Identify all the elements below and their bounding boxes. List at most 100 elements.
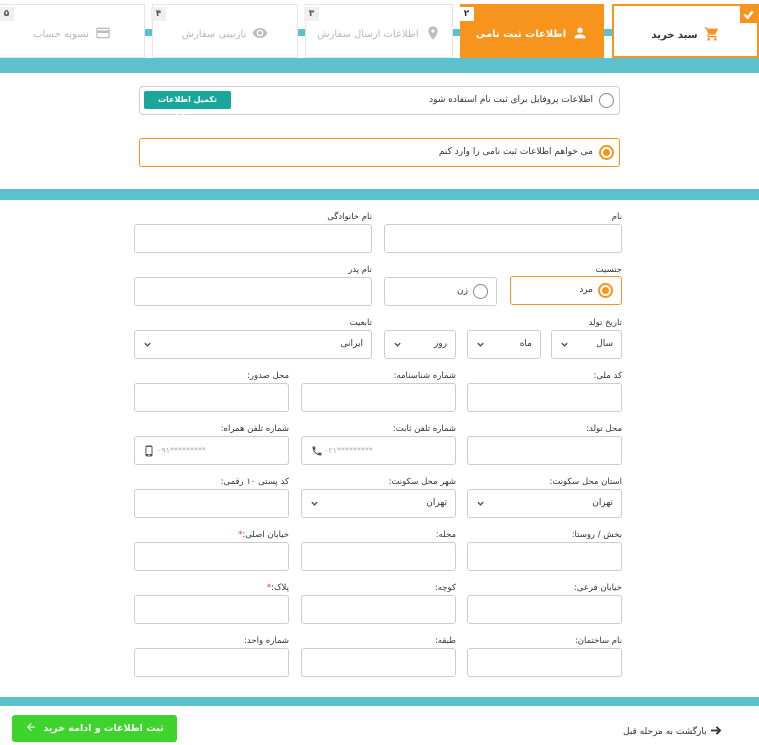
- building-name-input[interactable]: [467, 648, 622, 677]
- first-name-input[interactable]: [384, 224, 622, 253]
- manual-entry-option[interactable]: می خواهم اطلاعات ثبت نامی را وارد کنم: [139, 138, 620, 167]
- arrow-left-icon: [25, 721, 37, 736]
- city-select[interactable]: تهران: [301, 489, 456, 518]
- step-cart[interactable]: سبد خرید: [612, 4, 759, 58]
- step-cart-label: سبد خرید: [651, 30, 698, 41]
- alley-label: کوچه:: [434, 583, 456, 593]
- birth-month-value: ماه: [519, 339, 532, 349]
- gender-female-radio[interactable]: [473, 284, 488, 299]
- back-link[interactable]: بازگشت به مرحله قبل: [623, 725, 722, 739]
- manual-entry-label: می خواهم اطلاعات ثبت نامی را وارد کنم: [438, 147, 593, 157]
- chevron-down-icon: [560, 340, 569, 349]
- mobile-placeholder: ۰۹۱*********: [157, 446, 206, 455]
- footer-divider: [0, 697, 759, 706]
- district-input[interactable]: [467, 542, 622, 571]
- location-pin-icon: [425, 25, 441, 44]
- chevron-down-icon: [393, 340, 402, 349]
- chevron-down-icon: [476, 340, 485, 349]
- gender-male-label: مرد: [579, 285, 593, 295]
- use-profile-label: اطلاعات پروفایل برای ثبت نام استفاده شود: [429, 95, 593, 105]
- manual-entry-radio[interactable]: [599, 145, 614, 160]
- step-shipping-label: اطلاعات ارسال سفارش: [317, 29, 419, 40]
- id-number-input[interactable]: [301, 383, 456, 412]
- birth-day-select[interactable]: روز: [384, 330, 456, 359]
- district-label: بخش / روستا:: [571, 530, 622, 540]
- floor-input[interactable]: [301, 648, 456, 677]
- side-street-label: خیابان فرعی:: [573, 583, 622, 593]
- step-payment[interactable]: ۵ تسویه حساب: [0, 4, 145, 58]
- gender-male-radio[interactable]: [598, 283, 613, 298]
- chevron-down-icon: [476, 499, 485, 508]
- back-label: بازگشت به مرحله قبل: [623, 727, 707, 737]
- step-registration-number: ۲: [459, 7, 474, 21]
- postal-code-input[interactable]: [134, 489, 289, 518]
- step-shipping[interactable]: ۳ اطلاعات ارسال سفارش: [304, 4, 453, 58]
- step-registration[interactable]: ۲ اطلاعات ثبت نامی: [459, 4, 604, 58]
- birth-year-select[interactable]: سال: [551, 330, 622, 359]
- birth-day-value: روز: [433, 339, 447, 349]
- section-divider: [0, 189, 759, 200]
- check-icon: [740, 6, 757, 23]
- step-review[interactable]: ۴ بازبینی سفارش: [151, 4, 298, 58]
- gender-male-option[interactable]: مرد: [510, 276, 622, 305]
- neighborhood-label: محله:: [435, 530, 456, 540]
- gender-label: جنسیت: [595, 265, 622, 275]
- province-value: تهران: [592, 498, 613, 508]
- arrow-right-icon: [710, 725, 722, 739]
- submit-label: ثبت اطلاعات و ادامه خرید: [43, 723, 164, 734]
- main-street-label-text: خیابان اصلی:: [242, 530, 289, 540]
- gender-female-option[interactable]: زن: [384, 277, 497, 306]
- city-label: شهر محل سکونت:: [388, 477, 456, 487]
- birth-month-select[interactable]: ماه: [467, 330, 541, 359]
- checkout-steps: سبد خرید ۲ اطلاعات ثبت نامی ۳ اطلاعات ار…: [0, 0, 759, 73]
- national-code-label: کد ملی:: [593, 371, 622, 381]
- step-payment-number: ۵: [0, 7, 14, 21]
- birth-place-input[interactable]: [467, 436, 622, 465]
- province-select[interactable]: تهران: [467, 489, 622, 518]
- main-street-label: خیابان اصلی:*: [238, 530, 289, 540]
- id-number-label: شماره شناسنامه:: [393, 371, 456, 381]
- user-icon: [572, 25, 588, 44]
- phone-icon: [311, 445, 323, 457]
- national-code-input[interactable]: [467, 383, 622, 412]
- header-band: [0, 58, 759, 73]
- unit-number-input[interactable]: [134, 648, 289, 677]
- unit-number-label: شماره واحد:: [244, 636, 289, 646]
- neighborhood-input[interactable]: [301, 542, 456, 571]
- nationality-select[interactable]: ایرانی: [134, 330, 372, 359]
- father-name-label: نام پدر: [348, 265, 372, 275]
- birth-place-label: محل تولد:: [586, 424, 622, 434]
- alley-input[interactable]: [301, 595, 456, 624]
- landline-placeholder: ۰۲۱*********: [324, 446, 373, 455]
- birth-date-label: تاریخ تولد: [588, 318, 622, 328]
- last-name-input[interactable]: [134, 224, 372, 253]
- use-profile-radio[interactable]: [599, 93, 614, 108]
- building-name-label: نام ساختمان:: [574, 636, 622, 646]
- step-shipping-number: ۳: [304, 7, 319, 21]
- complete-profile-button[interactable]: تکمیل اطلاعات پروفایل: [144, 91, 231, 122]
- submit-continue-button[interactable]: ثبت اطلاعات و ادامه خرید: [12, 715, 177, 742]
- landline-label: شماره تلفن ثابت:: [392, 424, 456, 434]
- side-street-input[interactable]: [467, 595, 622, 624]
- plaque-label-text: پلاک:: [271, 583, 289, 593]
- last-name-label: نام خانوادگی: [327, 212, 372, 222]
- step-cart-icon: [704, 26, 720, 45]
- credit-card-icon: [95, 25, 111, 44]
- chevron-down-icon: [310, 499, 319, 508]
- plaque-input[interactable]: [134, 595, 289, 624]
- father-name-input[interactable]: [134, 277, 372, 306]
- chevron-down-icon: [143, 340, 152, 349]
- main-street-input[interactable]: [134, 542, 289, 571]
- province-label: استان محل سکونت:: [549, 477, 622, 487]
- profile-choice-panel: اطلاعات پروفایل برای ثبت نام استفاده شود…: [0, 73, 759, 189]
- step-review-label: بازبینی سفارش: [181, 29, 247, 40]
- eye-icon: [252, 25, 268, 44]
- landline-input[interactable]: ۰۲۱*********: [301, 436, 456, 465]
- mobile-input[interactable]: ۰۹۱*********: [134, 436, 289, 465]
- nationality-value: ایرانی: [340, 339, 363, 349]
- floor-label: طبقه:: [434, 636, 456, 646]
- nationality-label: تابعیت: [349, 318, 372, 328]
- issue-place-input[interactable]: [134, 383, 289, 412]
- step-registration-label: اطلاعات ثبت نامی: [475, 29, 567, 40]
- first-name-label: نام: [611, 212, 622, 222]
